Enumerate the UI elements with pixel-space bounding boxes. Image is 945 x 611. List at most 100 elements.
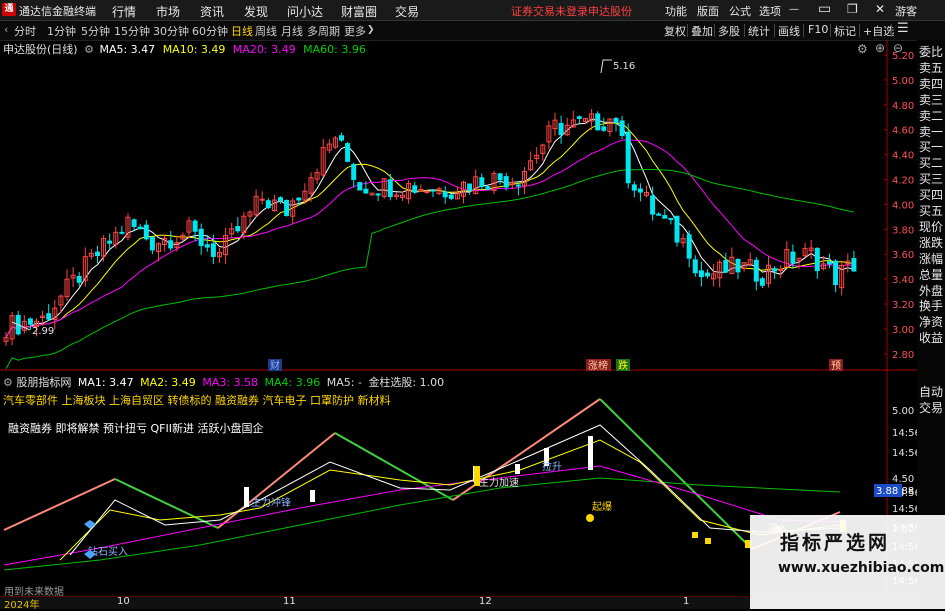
mark-button[interactable]: 标记 xyxy=(834,23,856,39)
back-arrow-icon[interactable]: ‹ xyxy=(4,23,8,36)
period-more[interactable]: 更多 xyxy=(344,23,366,39)
period-multi[interactable]: 多周期 xyxy=(307,23,340,39)
candle-body xyxy=(210,243,216,257)
signal-label: 主力冲锋 xyxy=(251,496,291,509)
menu-ask[interactable]: 问小达 xyxy=(287,3,323,20)
period-15min[interactable]: 15分钟 xyxy=(114,23,150,39)
f10-button[interactable]: F10 xyxy=(808,23,828,36)
signal-label: 主力加速 xyxy=(479,476,519,489)
ma10-value: MA10: 3.49 xyxy=(162,43,226,56)
candle-body xyxy=(107,240,113,244)
period-daily[interactable]: 日线 xyxy=(231,23,253,39)
guest-user[interactable]: 游客 xyxy=(895,3,917,19)
candle-body xyxy=(351,163,357,180)
candle-body xyxy=(363,188,369,194)
app-title: 通达信金融终端 xyxy=(19,5,96,18)
close-icon[interactable]: ✕ xyxy=(875,2,885,16)
sub-ma1: MA1: 3.47 xyxy=(77,376,134,389)
candle-body xyxy=(424,190,430,193)
more-arrow-icon[interactable]: ❯ xyxy=(367,25,375,35)
menu-quotes[interactable]: 行情 xyxy=(112,3,136,20)
period-60min[interactable]: 60分钟 xyxy=(192,23,228,39)
candle-body xyxy=(265,200,271,209)
watermark-title: 指标严选网 xyxy=(780,532,891,554)
sub-gear-icon[interactable]: ⚙ xyxy=(3,376,13,389)
candle-body xyxy=(759,278,765,286)
stock-tab[interactable]: 申达股份 xyxy=(588,3,632,19)
hamburger-menu-icon[interactable]: ☰ xyxy=(897,21,909,36)
main-legend: 申达股份(日线) ⚙ MA5: 3.47 MA10: 3.49 MA20: 3.… xyxy=(3,41,366,57)
period-toolbar: ‹ 分时 1分钟 5分钟 15分钟 30分钟 60分钟 日线 周线 月线 多周期… xyxy=(0,21,945,41)
period-intraday[interactable]: 分时 xyxy=(14,23,36,39)
statistics-button[interactable]: 统计 xyxy=(748,23,770,39)
multi-stock-button[interactable]: 多股 xyxy=(718,23,740,39)
golden-bar xyxy=(692,532,698,538)
signal-bar xyxy=(588,436,593,470)
panel-label-7: 买二 xyxy=(919,156,944,171)
candle-body xyxy=(790,251,796,264)
overlay-button[interactable]: 叠加 xyxy=(691,23,713,39)
menu-wealth[interactable]: 财富圈 xyxy=(341,3,377,20)
period-weekly[interactable]: 周线 xyxy=(255,23,277,39)
period-1min[interactable]: 1分钟 xyxy=(47,23,76,39)
candle-body xyxy=(192,220,198,232)
candle-body xyxy=(95,251,100,257)
login-status[interactable]: 证券交易未登录 xyxy=(511,3,588,19)
add-watchlist-button[interactable]: +自选 xyxy=(863,23,894,39)
candle-body xyxy=(753,259,759,282)
period-5min[interactable]: 5分钟 xyxy=(81,23,110,39)
menu-trade[interactable]: 交易 xyxy=(395,3,419,20)
period-monthly[interactable]: 月线 xyxy=(281,23,303,39)
sub-ma2: MA2: 3.49 xyxy=(140,376,196,389)
event-marker: 财 xyxy=(270,359,280,372)
chart-settings-icon[interactable]: ⚙ xyxy=(857,42,868,56)
candle-body xyxy=(168,240,174,249)
panel-label-15: 外盘 xyxy=(919,283,944,298)
diamond-icon xyxy=(84,520,96,529)
sub-ma2-line xyxy=(59,439,841,561)
candle-body xyxy=(705,272,710,277)
signal-bar xyxy=(515,464,520,474)
indicator-name[interactable]: 股朋指标网 xyxy=(16,376,71,389)
menu-formula[interactable]: 公式 xyxy=(729,3,751,19)
sub-ma3-line xyxy=(3,465,841,566)
ma20-value: MA20: 3.49 xyxy=(232,43,296,56)
menu-discover[interactable]: 发现 xyxy=(244,3,268,20)
menu-function[interactable]: 功能 xyxy=(665,3,687,19)
menu-market[interactable]: 市场 xyxy=(156,3,180,20)
candle-body xyxy=(467,183,473,192)
menu-news[interactable]: 资讯 xyxy=(200,3,224,20)
sub-ma5: MA5: - xyxy=(326,376,362,389)
period-30min[interactable]: 30分钟 xyxy=(153,23,189,39)
settings-gear-icon[interactable]: ⚙ xyxy=(84,43,94,56)
candle-body xyxy=(674,215,680,243)
restore-rights-button[interactable]: 复权 xyxy=(664,23,686,39)
price-label: 4.00 xyxy=(892,200,914,211)
candle-body xyxy=(204,244,210,248)
restore-icon[interactable]: ❐ xyxy=(847,2,858,16)
zoom-out-icon[interactable]: ⊖ xyxy=(893,41,903,55)
draw-line-button[interactable]: 画线 xyxy=(778,23,800,39)
price-label: 3.00 xyxy=(892,325,914,336)
candle-body xyxy=(479,177,485,188)
bomb-icon xyxy=(586,514,594,522)
candle-body xyxy=(631,184,637,191)
event-marker: 预 xyxy=(831,360,841,372)
x-label-nov: 11 xyxy=(283,596,296,607)
event-marker: 跌 xyxy=(618,359,628,372)
minimize-icon[interactable]: — xyxy=(789,4,799,15)
low-label: 2.99 xyxy=(32,326,54,337)
zoom-in-icon[interactable]: ⊕ xyxy=(875,41,885,55)
candle-body xyxy=(650,195,656,215)
candle-body xyxy=(576,116,582,119)
price-label: 4.80 xyxy=(892,101,914,112)
maximize-icon[interactable]: ▭ xyxy=(818,1,831,17)
menu-options[interactable]: 选项 xyxy=(759,3,781,19)
menu-layout[interactable]: 版面 xyxy=(697,3,719,19)
sub-axis-label: 4.50 xyxy=(892,474,914,485)
candle-body xyxy=(412,185,418,193)
signal-label: 起爆 xyxy=(592,501,612,513)
sub-legend: ⚙ 股朋指标网 MA1: 3.47 MA2: 3.49 MA3: 3.58 MA… xyxy=(3,374,444,390)
candlesticks: 5.16 2.99 财 涨榜跌 预 xyxy=(3,59,857,372)
panel-label-0: 委比 xyxy=(919,45,944,59)
